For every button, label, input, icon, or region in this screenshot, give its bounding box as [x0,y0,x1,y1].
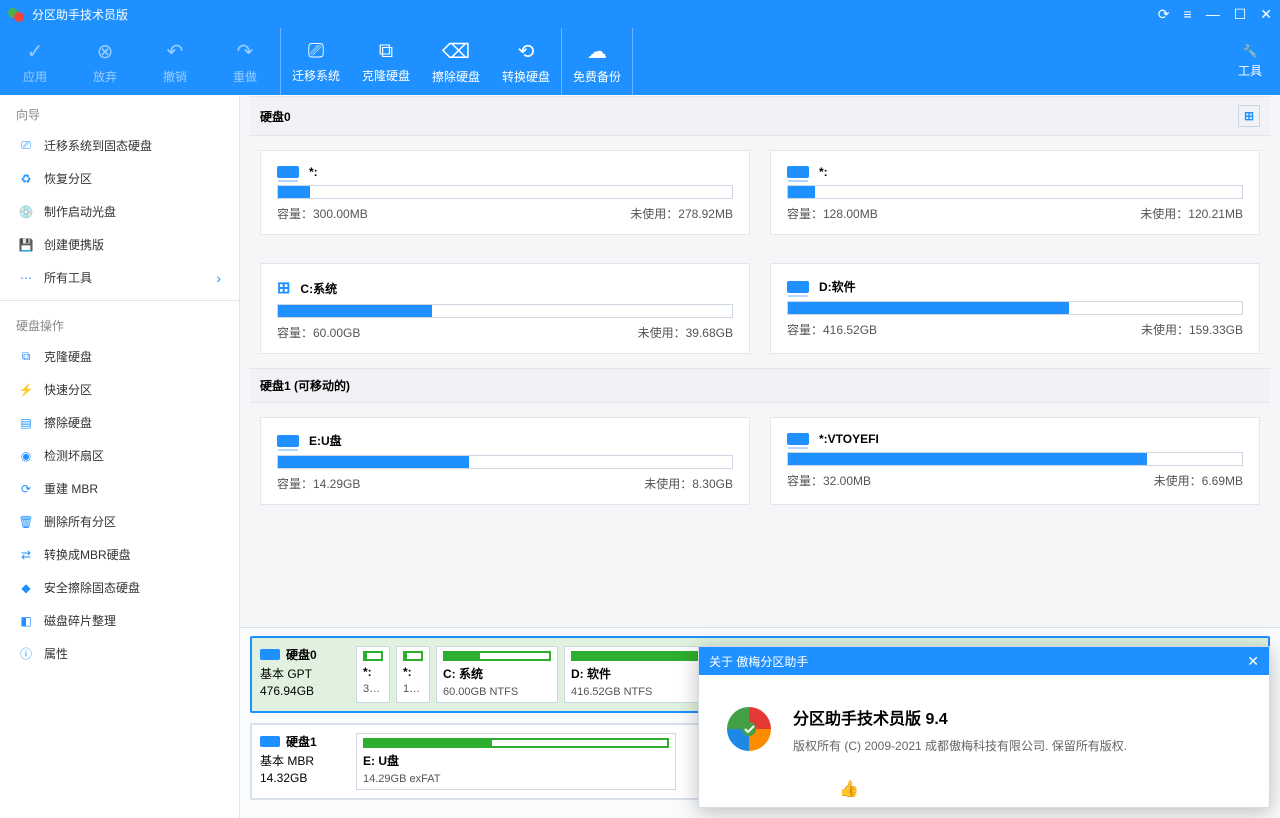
partition-block[interactable]: *:30... [356,646,390,703]
disk-icon [277,166,299,178]
sidebar: 向导 ⎚迁移系统到固态硬盘♻恢复分区💿制作启动光盘💾创建便携版⋯所有工具 硬盘操… [0,96,240,818]
sidebar-icon: ⚡ [18,383,34,397]
sidebar-item[interactable]: 🗑删除所有分区 [0,505,239,538]
sidebar-item[interactable]: ◉检测坏扇区 [0,439,239,472]
disk-header[interactable]: 硬盘0⊞ [250,96,1270,136]
partition-block[interactable]: E: U盘14.29GB exFAT [356,733,676,790]
wipe-disk-button[interactable]: ⌫擦除硬盘 [421,28,491,95]
close-icon[interactable]: ✕ [1260,6,1272,23]
sidebar-icon: 🗑 [18,515,34,529]
wrench-icon: 🔧 [1243,44,1258,58]
sidebar-icon: ⋯ [18,271,34,285]
sidebar-item[interactable]: ⧉克隆硬盘 [0,340,239,373]
menu-icon[interactable]: ≡ [1184,6,1192,23]
maximize-icon[interactable]: ☐ [1234,6,1247,23]
sidebar-icon: ⟳ [18,482,34,496]
usage-bar [277,455,733,469]
disk-icon [260,736,280,747]
usage-bar [787,301,1243,315]
sidebar-icon: ♻ [18,172,34,186]
usage-bar [787,185,1243,199]
about-title: 关于 傲梅分区助手 [709,653,808,670]
refresh-icon[interactable]: ⟳ [1158,6,1170,23]
about-dialog: 关于 傲梅分区助手 ✕ 分区助手技术员版 9.4 版权所有 (C) 2009-2… [698,646,1270,808]
sidebar-item[interactable]: ⋯所有工具 [0,261,239,294]
tools-button[interactable]: 🔧 工具 [1238,44,1280,79]
convert-disk-button[interactable]: ⟲转换硬盘 [491,28,561,95]
disk-icon [787,281,809,293]
sidebar-icon: ⎚ [18,138,34,153]
sidebar-header-wizard: 向导 [0,96,239,129]
disk-icon [277,435,299,447]
sidebar-item[interactable]: ◧磁盘碎片整理 [0,604,239,637]
about-product-name: 分区助手技术员版 9.4 [793,705,1127,729]
about-logo-icon [723,703,775,755]
sidebar-icon: ◆ [18,581,34,595]
free-backup-button[interactable]: ☁免费备份 [562,28,632,95]
partition-block[interactable]: C: 系统60.00GB NTFS [436,646,558,703]
sidebar-item[interactable]: 💿制作启动光盘 [0,195,239,228]
app-title: 分区助手技术员版 [32,6,128,23]
undo-button[interactable]: ↶撤销 [140,28,210,95]
sidebar-icon: 💾 [18,238,34,252]
sidebar-item[interactable]: ▤擦除硬盘 [0,406,239,439]
app-logo-icon [8,6,24,22]
sidebar-item[interactable]: ⇄转换成MBR硬盘 [0,538,239,571]
sidebar-header-diskops: 硬盘操作 [0,307,239,340]
sidebar-icon: 💿 [18,205,34,219]
about-copyright: 版权所有 (C) 2009-2021 成都傲梅科技有限公司. 保留所有版权. [793,737,1127,754]
sidebar-icon: ⇄ [18,548,34,562]
partition-card[interactable]: *:VTOYEFI容量：32.00MB未使用：6.69MB [770,417,1260,505]
disk-header[interactable]: 硬盘1 (可移动的) [250,368,1270,403]
sidebar-icon: ⓘ [18,645,34,662]
sidebar-icon: ⧉ [18,349,34,364]
migrate-os-button[interactable]: ⎚迁移系统 [281,28,351,95]
disk-icon [260,649,280,660]
sidebar-item[interactable]: 💾创建便携版 [0,228,239,261]
partition-card[interactable]: *:容量：300.00MB未使用：278.92MB [260,150,750,235]
partition-block[interactable]: *:12... [396,646,430,703]
sidebar-item[interactable]: ⟳重建 MBR [0,472,239,505]
sidebar-item[interactable]: ◆安全擦除固态硬盘 [0,571,239,604]
usage-bar [277,304,733,318]
redo-button[interactable]: ↷重做 [210,28,280,95]
sidebar-item[interactable]: ⎚迁移系统到固态硬盘 [0,129,239,162]
sidebar-icon: ◧ [18,614,34,628]
about-close-icon[interactable]: ✕ [1247,653,1259,670]
thumbs-up-icon[interactable]: 👍 [839,779,859,799]
partition-card[interactable]: *:容量：128.00MB未使用：120.21MB [770,150,1260,235]
sidebar-item[interactable]: ♻恢复分区 [0,162,239,195]
toolbar: ✓应用 ⊗放弃 ↶撤销 ↷重做 ⎚迁移系统 ⧉克隆硬盘 ⌫擦除硬盘 ⟲转换硬盘 … [0,28,1280,96]
clone-disk-button[interactable]: ⧉克隆硬盘 [351,28,421,95]
disk-icon [787,166,809,178]
sidebar-item[interactable]: ⓘ属性 [0,637,239,670]
minimize-icon[interactable]: — [1206,6,1220,23]
disk-summary: 硬盘0基本 GPT476.94GB [260,646,350,703]
sidebar-item[interactable]: ⚡快速分区 [0,373,239,406]
partition-card[interactable]: E:U盘容量：14.29GB未使用：8.30GB [260,417,750,505]
windows-icon: ⊞ [277,278,290,298]
usage-bar [787,452,1243,466]
disk-icon [787,433,809,445]
view-toggle-icon[interactable]: ⊞ [1238,105,1260,127]
sidebar-icon: ▤ [18,416,34,430]
sidebar-icon: ◉ [18,449,34,463]
title-bar: 分区助手技术员版 ⟳ ≡ — ☐ ✕ [0,0,1280,28]
discard-button[interactable]: ⊗放弃 [70,28,140,95]
usage-bar [277,185,733,199]
apply-button[interactable]: ✓应用 [0,28,70,95]
disk-summary: 硬盘1基本 MBR14.32GB [260,733,350,790]
partition-card[interactable]: D:软件容量：416.52GB未使用：159.33GB [770,263,1260,354]
partition-card[interactable]: ⊞C:系统容量：60.00GB未使用：39.68GB [260,263,750,354]
